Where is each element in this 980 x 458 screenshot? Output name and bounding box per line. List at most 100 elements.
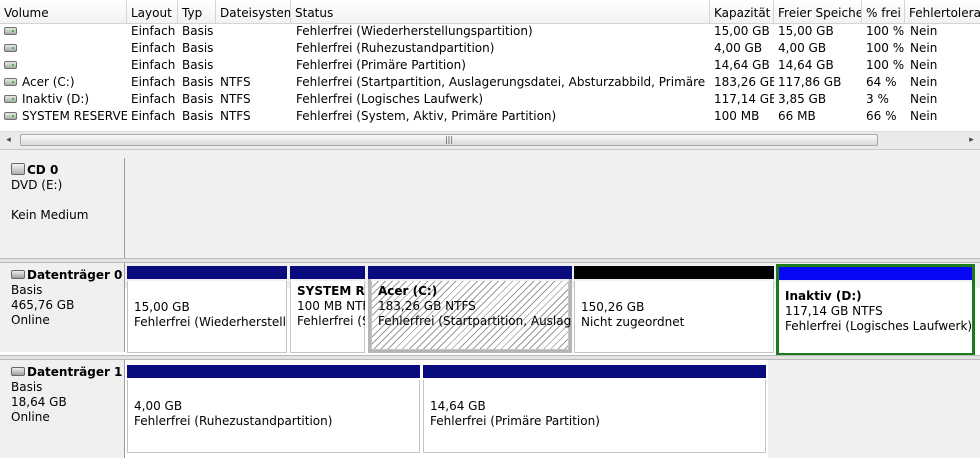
disk-label-disk0[interactable]: Datenträger 0 Basis 465,76 GB Online <box>0 263 125 352</box>
partition-size: 183,26 GB NTFS <box>378 299 476 313</box>
partition-bar <box>368 266 572 279</box>
cell-pct: 64 % <box>866 75 897 89</box>
cell-fault: Nein <box>910 75 938 89</box>
partition-name: Acer (C:) <box>378 284 438 298</box>
col-capacity[interactable]: Kapazität <box>710 0 774 23</box>
cell-type: Basis <box>182 75 214 89</box>
cell-fault: Nein <box>910 109 938 123</box>
partition-size: 14,64 GB <box>430 399 486 413</box>
cell-capacity: 15,00 GB <box>714 24 770 38</box>
horizontal-scrollbar[interactable]: ◂ ||| ▸ <box>0 131 980 149</box>
volume-drive-icon <box>4 27 17 35</box>
table-row[interactable]: Einfach Basis Fehlerfrei (Ruhezustandparti… <box>0 40 980 57</box>
partition-size: 100 MB NTFS <box>297 299 365 313</box>
cell-type: Basis <box>182 24 214 38</box>
col-volume[interactable]: Volume <box>0 0 127 23</box>
volume-drive-icon <box>4 61 17 69</box>
col-layout[interactable]: Layout <box>127 0 178 23</box>
scroll-left-arrow-icon[interactable]: ◂ <box>0 132 17 149</box>
partition-primary-14gb[interactable]: 14,64 GB Fehlerfrei (Primäre Partition) <box>423 365 766 453</box>
table-row[interactable]: Inaktiv (D:) Einfach Basis NTFS Fehlerfrei (… <box>0 91 980 108</box>
cell-pct: 100 % <box>866 24 905 38</box>
cell-capacity: 183,26 GB <box>714 75 774 89</box>
cell-status: Fehlerfrei (System, Aktiv, Primäre Parti… <box>296 109 557 123</box>
table-row[interactable]: Einfach Basis Fehlerfrei (Primäre Partitio… <box>0 57 980 74</box>
cell-layout: Einfach <box>131 92 176 106</box>
scroll-right-arrow-icon[interactable]: ▸ <box>963 132 980 149</box>
cell-free: 14,64 GB <box>778 58 834 72</box>
column-header-row: Volume Layout Typ Dateisystem Status Kap… <box>0 0 980 24</box>
partition-recovery[interactable]: 15,00 GB Fehlerfrei (Wiederherstellungsp… <box>127 266 287 353</box>
table-row[interactable]: Acer (C:) Einfach Basis NTFS Fehlerfrei (Sta… <box>0 74 980 91</box>
partition-inaktiv-d[interactable]: Inaktiv (D:) 117,14 GB NTFS Fehlerfrei (… <box>776 264 975 356</box>
partition-acer-c[interactable]: Acer (C:) 183,26 GB NTFS Fehlerfrei (Sta… <box>368 266 572 353</box>
partition-hibernation[interactable]: 4,00 GB Fehlerfrei (Ruhezustandpartition… <box>127 365 420 453</box>
table-row[interactable]: SYSTEM RESERVED Einfach Basis NTFS Fehlerfre… <box>0 108 980 125</box>
disk-name: Datenträger 1 <box>27 365 123 379</box>
cell-status: Fehlerfrei (Primäre Partition) <box>296 58 466 72</box>
cell-free: 4,00 GB <box>778 41 827 55</box>
disk-label-disk1[interactable]: Datenträger 1 Basis 18,64 GB Online <box>0 360 125 458</box>
disk-size <box>11 193 124 208</box>
cd-drive-icon <box>11 162 25 175</box>
cell-type: Basis <box>182 58 214 72</box>
volume-list: Volume Layout Typ Dateisystem Status Kap… <box>0 0 980 154</box>
partition-bar <box>423 365 766 378</box>
cell-status: Fehlerfrei (Startpartition, Auslagerungs… <box>296 75 710 89</box>
cell-fs <box>220 23 291 40</box>
partition-bar <box>127 266 287 279</box>
scrollbar-thumb[interactable]: ||| <box>20 134 878 146</box>
cell-capacity: 100 MB <box>714 109 760 123</box>
disk-separator <box>0 258 980 263</box>
partition-size: 117,14 GB NTFS <box>785 304 883 318</box>
cell-layout: Einfach <box>131 109 176 123</box>
cell-status: Fehlerfrei (Wiederherstellungspartition) <box>296 24 533 38</box>
partition-bar <box>574 266 774 279</box>
col-free-space[interactable]: Freier Speicher <box>774 0 862 23</box>
disk-map: CD 0 DVD (E:) Kein Medium Datenträger 0 … <box>0 158 980 458</box>
volume-drive-icon <box>4 44 17 52</box>
partition-name: Inaktiv (D:) <box>785 289 862 303</box>
cell-fs <box>220 40 291 57</box>
table-row[interactable]: Einfach Basis Fehlerfrei (Wiederherstellun… <box>0 23 980 40</box>
cell-pct: 100 % <box>866 41 905 55</box>
disk-type: Basis <box>11 380 43 394</box>
volume-drive-icon <box>4 95 17 103</box>
cell-layout: Einfach <box>131 75 176 89</box>
cell-free: 3,85 GB <box>778 92 827 106</box>
cell-pct: 3 % <box>866 92 889 106</box>
partition-status: Fehlerfrei (Ruhezustandpartition) <box>134 414 333 428</box>
scrollbar-grip-icon: ||| <box>444 135 454 144</box>
cell-capacity: 14,64 GB <box>714 58 770 72</box>
partition-status: Fehlerfrei (Wiederherstellungspartition) <box>134 315 287 329</box>
disk-size: 18,64 GB <box>11 395 67 409</box>
disk-status: Online <box>11 410 50 424</box>
col-percent-free[interactable]: % frei <box>862 0 905 23</box>
cell-type: Basis <box>182 92 214 106</box>
partition-system-reserved[interactable]: SYSTEM RESERVED 100 MB NTFS Fehlerfrei (… <box>290 266 365 353</box>
col-filesystem[interactable]: Dateisystem <box>216 0 291 23</box>
col-type[interactable]: Typ <box>178 0 216 23</box>
disk1-empty-area <box>768 360 980 458</box>
partition-bar <box>290 266 365 279</box>
volume-drive-icon <box>4 112 17 120</box>
partition-name: SYSTEM RESERVED <box>297 284 365 298</box>
partition-status: Fehlerfrei (Primäre Partition) <box>430 414 600 428</box>
hard-disk-icon <box>11 270 25 279</box>
partition-size: 150,26 GB <box>581 300 645 314</box>
disk-name: Datenträger 0 <box>27 268 123 282</box>
partition-status: Fehlerfrei (Logisches Laufwerk) <box>785 319 973 333</box>
cell-volume <box>22 23 127 40</box>
cell-fault: Nein <box>910 24 938 38</box>
partition-unallocated[interactable]: 150,26 GB Nicht zugeordnet <box>574 266 774 353</box>
partition-status: Fehlerfrei (Startpartition, Auslagerungs… <box>378 314 572 328</box>
col-fault-tolerance[interactable]: Fehlertoleranz <box>905 0 980 23</box>
partition-status: Fehlerfrei (System, Aktiv, Primäre Parti… <box>297 314 365 328</box>
cell-volume: Inaktiv (D:) <box>22 92 90 106</box>
cell-volume: SYSTEM RESERVED <box>22 109 127 123</box>
col-status[interactable]: Status <box>291 0 710 23</box>
cell-volume <box>22 57 127 74</box>
cell-fs <box>220 57 291 74</box>
cell-free: 66 MB <box>778 109 816 123</box>
cell-type: Basis <box>182 41 214 55</box>
